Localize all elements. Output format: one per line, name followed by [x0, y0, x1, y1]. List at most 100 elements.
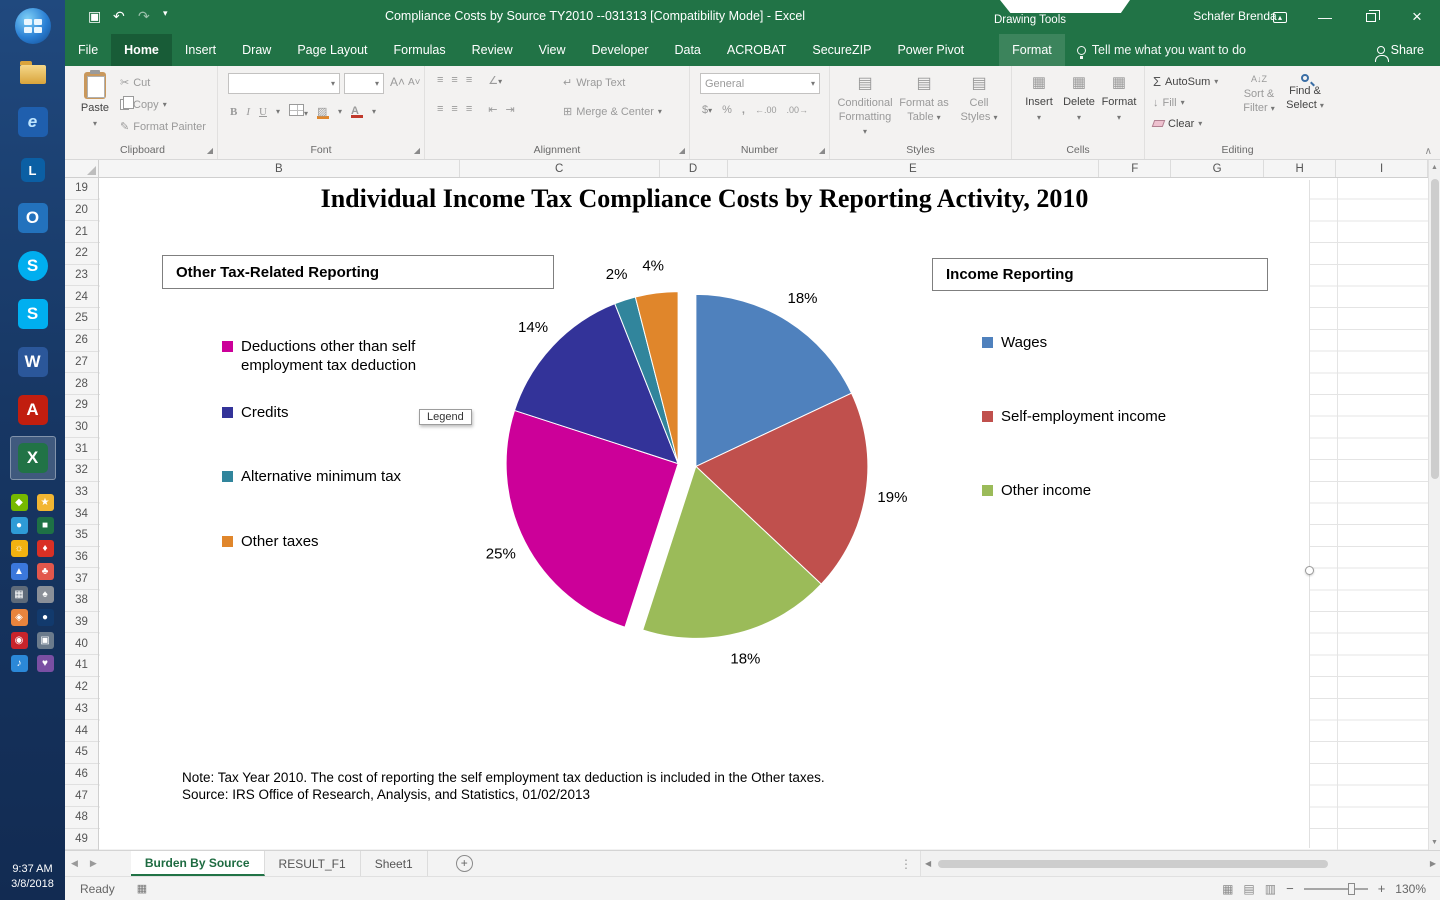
vertical-scroll-thumb[interactable]: [1431, 179, 1439, 479]
row-header[interactable]: 26: [65, 330, 98, 352]
legend-item-credits[interactable]: Credits: [222, 403, 289, 422]
chart-object[interactable]: Individual Income Tax Compliance Costs b…: [100, 180, 1310, 848]
pie-chart[interactable]: 18%19%18%25%14%2%4%: [457, 235, 917, 695]
collapse-ribbon-button[interactable]: ∧: [1425, 146, 1432, 157]
tray-icon[interactable]: ◈: [11, 609, 28, 626]
tray-icon[interactable]: ◆: [11, 494, 28, 511]
row-header[interactable]: 22: [65, 243, 98, 265]
row-header[interactable]: 40: [65, 633, 98, 655]
zoom-slider[interactable]: [1304, 888, 1368, 890]
decrease-decimal-button[interactable]: .00→: [787, 105, 809, 115]
row-header[interactable]: 42: [65, 677, 98, 699]
new-sheet-button[interactable]: +: [456, 855, 473, 872]
restore-button[interactable]: [1348, 0, 1394, 34]
sheet-tab-burden-by-source[interactable]: Burden By Source: [131, 851, 265, 876]
tray-icon[interactable]: ♦: [37, 540, 54, 557]
undo-icon[interactable]: ↶: [113, 8, 125, 25]
increase-indent-button[interactable]: ⇥: [505, 103, 514, 116]
format-as-table-button[interactable]: ▤ Format asTable ▾: [896, 74, 952, 125]
paste-dropdown-caret[interactable]: ▾: [93, 119, 97, 129]
fill-color-button[interactable]: ▨: [317, 105, 329, 119]
legend-item-self-employment[interactable]: Self-employment income: [982, 407, 1166, 426]
legend-item-deductions[interactable]: Deductions other than self employment ta…: [222, 337, 447, 375]
tab-page-layout[interactable]: Page Layout: [284, 34, 380, 66]
tab-review[interactable]: Review: [459, 34, 526, 66]
row-header[interactable]: 45: [65, 742, 98, 764]
underline-button[interactable]: U: [259, 106, 267, 118]
redo-icon[interactable]: ↷: [138, 8, 150, 25]
comma-style-button[interactable]: ,: [742, 104, 745, 116]
row-header[interactable]: 37: [65, 568, 98, 590]
tab-developer[interactable]: Developer: [579, 34, 662, 66]
align-left-button[interactable]: ≡: [437, 103, 443, 116]
orientation-button[interactable]: ∠▾: [488, 74, 502, 87]
copy-button[interactable]: Copy▾: [120, 96, 206, 113]
column-header[interactable]: I: [1336, 160, 1428, 177]
tab-acrobat[interactable]: ACROBAT: [714, 34, 800, 66]
share-button[interactable]: Share: [1361, 34, 1440, 66]
row-header[interactable]: 43: [65, 699, 98, 721]
taskbar-outlook[interactable]: O: [10, 196, 56, 240]
taskbar-file-explorer[interactable]: [10, 52, 56, 96]
taskbar-word[interactable]: W: [10, 340, 56, 384]
align-top-button[interactable]: ≡: [437, 74, 443, 87]
chart-title[interactable]: Individual Income Tax Compliance Costs b…: [100, 184, 1309, 214]
font-color-button[interactable]: A: [351, 105, 363, 118]
column-header[interactable]: C: [460, 160, 660, 177]
tray-icon[interactable]: ●: [11, 517, 28, 534]
tray-icon[interactable]: ▲: [11, 563, 28, 580]
row-header[interactable]: 24: [65, 286, 98, 308]
cut-button[interactable]: ✂Cut: [120, 74, 206, 91]
row-header[interactable]: 31: [65, 438, 98, 460]
row-header[interactable]: 27: [65, 352, 98, 374]
tab-draw[interactable]: Draw: [229, 34, 284, 66]
number-format-combobox[interactable]: General▾: [700, 73, 820, 94]
increase-font-size-button[interactable]: A˄: [390, 75, 405, 89]
row-header[interactable]: 34: [65, 503, 98, 525]
borders-button[interactable]: ▾: [289, 104, 308, 119]
column-header[interactable]: F: [1099, 160, 1171, 177]
sheet-nav-left[interactable]: ◀: [65, 851, 84, 876]
tab-file[interactable]: File: [65, 34, 111, 66]
percent-style-button[interactable]: %: [722, 104, 732, 116]
taskbar-internet-explorer[interactable]: e: [10, 100, 56, 144]
font-size-combobox[interactable]: ▾: [344, 73, 384, 94]
row-header[interactable]: 23: [65, 265, 98, 287]
start-button[interactable]: [10, 4, 56, 48]
taskbar-lync[interactable]: L: [10, 148, 56, 192]
row-header[interactable]: 28: [65, 373, 98, 395]
normal-view-button[interactable]: ▦: [1222, 882, 1233, 896]
row-header[interactable]: 21: [65, 221, 98, 243]
row-header[interactable]: 47: [65, 785, 98, 807]
paste-button[interactable]: Paste ▾: [76, 72, 114, 129]
quick-access-customize-icon[interactable]: ▾: [163, 8, 168, 19]
ribbon-display-options-button[interactable]: ▴: [1257, 0, 1303, 34]
minimize-button[interactable]: —: [1302, 0, 1348, 34]
row-header[interactable]: 25: [65, 308, 98, 330]
save-icon[interactable]: ▣: [88, 8, 101, 25]
insert-cells-button[interactable]: ▦ Insert▾: [1020, 74, 1058, 123]
row-header[interactable]: 32: [65, 460, 98, 482]
tab-view[interactable]: View: [526, 34, 579, 66]
taskbar-skype-business[interactable]: S: [10, 244, 56, 288]
tray-icon[interactable]: ■: [37, 517, 54, 534]
column-header[interactable]: D: [660, 160, 728, 177]
page-layout-view-button[interactable]: ▤: [1243, 882, 1254, 896]
bold-button[interactable]: B: [230, 106, 237, 118]
row-header[interactable]: 29: [65, 395, 98, 417]
row-header[interactable]: 38: [65, 590, 98, 612]
select-all-button[interactable]: [65, 160, 99, 177]
legend-item-other-income[interactable]: Other income: [982, 481, 1091, 500]
align-center-button[interactable]: ≡: [451, 103, 457, 116]
tab-power-pivot[interactable]: Power Pivot: [884, 34, 977, 66]
wrap-text-button[interactable]: ↵Wrap Text: [563, 74, 625, 91]
tray-icon[interactable]: ♠: [37, 586, 54, 603]
zoom-level[interactable]: 130%: [1395, 882, 1426, 896]
tray-icon[interactable]: ◉: [11, 632, 28, 649]
tray-icon[interactable]: ♥: [37, 655, 54, 672]
sheet-nav-right[interactable]: ▶: [84, 851, 103, 876]
legend-item-alt-min-tax[interactable]: Alternative minimum tax: [222, 467, 401, 486]
italic-button[interactable]: I: [246, 106, 250, 118]
number-dialog-launcher[interactable]: ◢: [819, 146, 825, 155]
row-header[interactable]: 20: [65, 200, 98, 222]
